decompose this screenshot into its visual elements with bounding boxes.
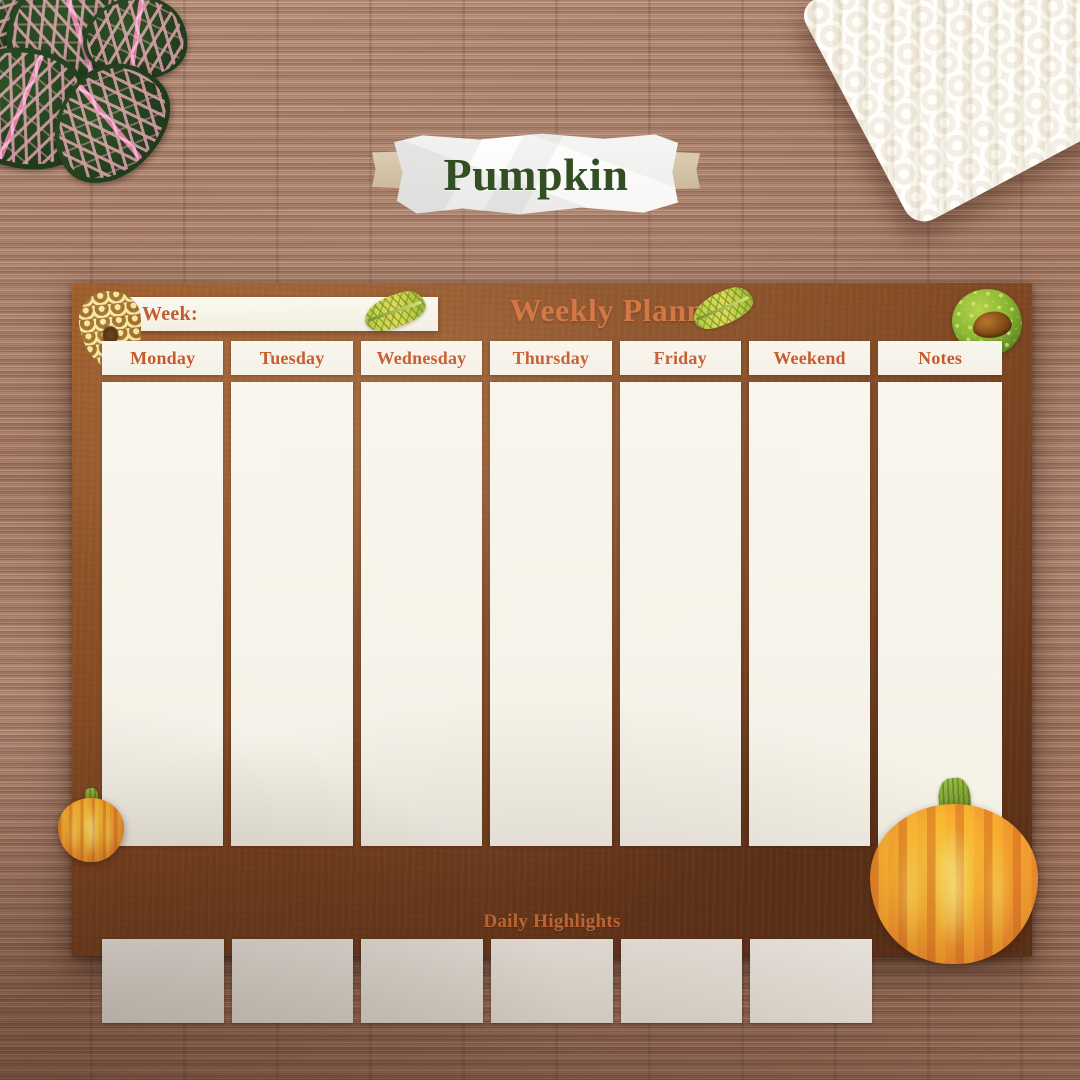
planner-column-friday: Friday — [619, 341, 741, 903]
column-field-wednesday[interactable] — [360, 382, 483, 846]
knit-blanket-icon — [797, 0, 1080, 230]
planner-header: Week: Weekly Planner — [72, 283, 1032, 343]
column-label: Monday — [130, 347, 196, 368]
daily-highlight-cell[interactable] — [361, 939, 484, 1023]
daily-highlight-cell[interactable] — [102, 939, 224, 1023]
column-header-monday: Monday — [102, 341, 224, 375]
column-field-weekend[interactable] — [748, 382, 871, 846]
planner-column-thursday: Thursday — [490, 341, 612, 903]
column-field-tuesday[interactable] — [231, 382, 353, 846]
column-field-monday[interactable] — [102, 382, 224, 846]
column-label: Tuesday — [259, 347, 325, 368]
fittonia-plant-icon — [0, 0, 230, 214]
weekly-planner-sheet: Week: Weekly Planner Monday Tuesday Wedn… — [58, 283, 1038, 1023]
page-title: Pumpkin — [443, 148, 629, 200]
column-header-weekend: Weekend — [748, 341, 871, 375]
daily-highlight-cell[interactable] — [491, 939, 613, 1023]
column-label: Wednesday — [376, 347, 467, 368]
title-card: Pumpkin — [372, 122, 700, 226]
planner-column-weekend: Weekend — [748, 341, 871, 903]
column-label: Friday — [653, 347, 707, 368]
pumpkin-small-icon — [58, 787, 124, 862]
column-header-tuesday: Tuesday — [231, 341, 353, 375]
column-header-thursday: Thursday — [490, 341, 612, 375]
column-header-wednesday: Wednesday — [360, 341, 483, 375]
planner-grid: Monday Tuesday Wednesday Thursday Friday… — [102, 341, 1003, 903]
column-field-notes[interactable] — [878, 382, 1003, 846]
column-label: Weekend — [773, 347, 846, 368]
scene-background: Pumpkin Week: Weekly Planner Monday Tues… — [0, 0, 1080, 1080]
daily-highlight-cell[interactable] — [750, 939, 873, 1023]
column-field-friday[interactable] — [619, 382, 741, 846]
daily-highlights-row — [102, 939, 873, 1023]
column-field-thursday[interactable] — [490, 382, 612, 846]
daily-highlights-label: Daily Highlights — [483, 911, 621, 932]
column-header-friday: Friday — [619, 341, 741, 375]
pumpkin-large-icon — [870, 776, 1038, 964]
column-label: Notes — [918, 347, 963, 368]
column-header-notes: Notes — [878, 341, 1003, 375]
daily-highlight-cell[interactable] — [231, 939, 354, 1023]
daily-highlight-cell[interactable] — [620, 939, 743, 1023]
planner-column-wednesday: Wednesday — [360, 341, 483, 903]
planner-column-tuesday: Tuesday — [231, 341, 353, 903]
column-label: Thursday — [512, 347, 590, 368]
